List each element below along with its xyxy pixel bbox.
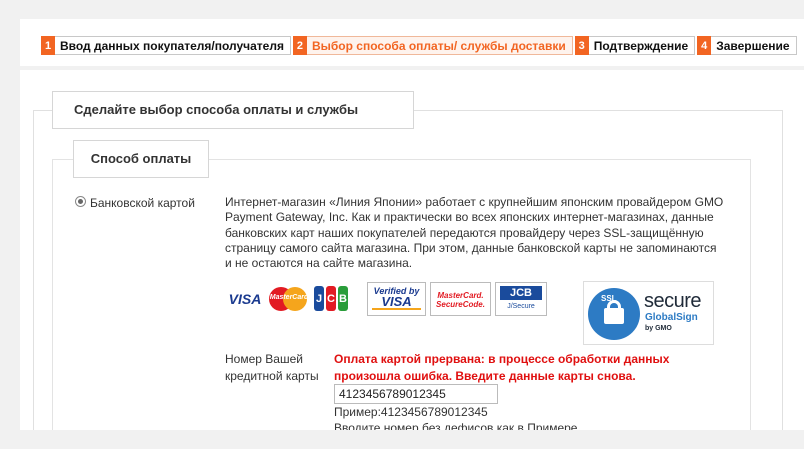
step-number: 3 — [574, 36, 589, 55]
step-label: Выбор способа оплаты/ службы доставки — [306, 36, 573, 55]
bottom-edge — [0, 430, 804, 449]
card-brand-logos: VISA MasterCard J C B — [225, 286, 349, 311]
step-1: 1 Ввод данных покупателя/получателя — [41, 36, 291, 55]
step-3: 3 Подтверждение — [574, 36, 696, 55]
payment-title: Способ оплаты — [73, 140, 209, 178]
step-2-active: 2 Выбор способа оплаты/ службы доставки — [292, 36, 573, 55]
step-number: 4 — [697, 36, 712, 55]
jcb-jsecure-logo: JCB J/Secure — [495, 282, 547, 316]
error-message: Оплата картой прервана: в процессе обраб… — [334, 352, 670, 383]
jcb-logo: J C B — [313, 286, 349, 311]
step-label: Завершение — [711, 36, 797, 55]
payment-card-radio[interactable] — [75, 196, 86, 207]
checkout-steps: 1 Ввод данных покупателя/получателя 2 Вы… — [41, 36, 799, 55]
mastercard-securecode-logo: MasterCard. SecureCode. — [430, 282, 491, 316]
verified-by-visa-logo: Verified by VISA — [367, 282, 426, 316]
step-label: Ввод данных покупателя/получателя — [55, 36, 291, 55]
payment-description: Интернет-магазин «Линия Японии» работает… — [225, 195, 724, 271]
visa-logo: VISA — [228, 290, 262, 307]
card-hint: Вводите номер без дефисов как в Примере — [334, 421, 578, 430]
card-example: Пример:4123456789012345 — [334, 405, 488, 419]
section-title: Сделайте выбор способа оплаты и службы д… — [52, 91, 414, 153]
step-label: Подтверждение — [588, 36, 696, 55]
payment-card-label[interactable]: Банковской картой — [90, 196, 195, 210]
mastercard-logo: MasterCard — [269, 286, 309, 311]
card-number-input[interactable] — [334, 384, 498, 404]
globalsign-ssl-seal: SSL secure GlobalSign by GMO — [583, 281, 714, 345]
step-number: 1 — [41, 36, 55, 55]
step-number: 2 — [292, 36, 307, 55]
card-number-label: Номер Вашей кредитной карты — [225, 352, 319, 383]
step-4: 4 Завершение — [697, 36, 797, 55]
